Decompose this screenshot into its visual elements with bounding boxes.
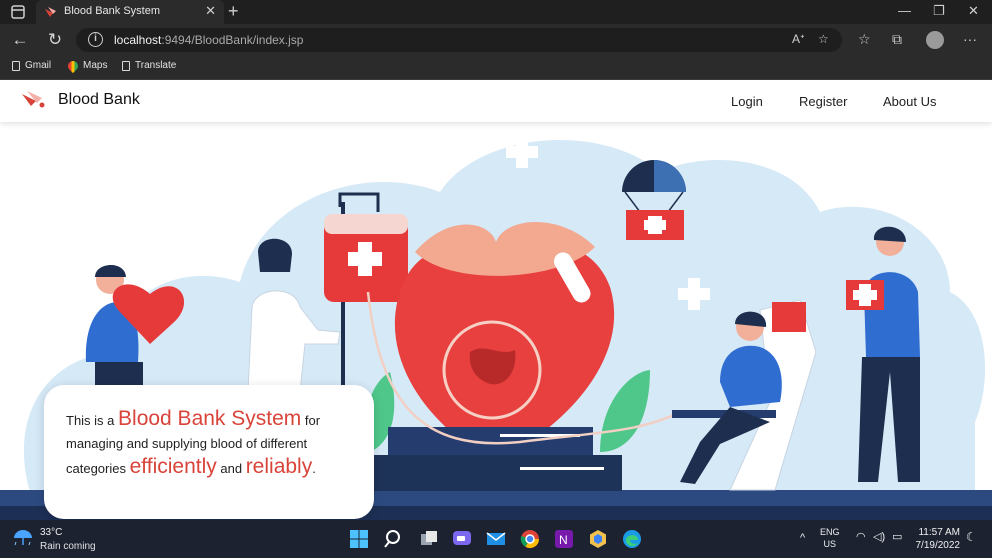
site-navbar: Blood Bank Login Register About Us xyxy=(0,80,992,122)
highlight-blood-bank-system: Blood Bank System xyxy=(118,407,302,430)
more-options-icon[interactable]: ··· xyxy=(963,31,977,47)
site-info-icon[interactable]: i xyxy=(88,32,103,47)
blood-bank-logo-icon[interactable] xyxy=(20,89,48,109)
highlight-reliably: reliably xyxy=(245,455,313,478)
bookmark-maps[interactable]: Maps xyxy=(65,58,107,73)
minimize-icon[interactable]: — xyxy=(898,3,911,18)
search-icon[interactable] xyxy=(383,528,405,550)
browser-tab[interactable]: Blood Bank System ✕ xyxy=(36,0,224,24)
windows-taskbar: 33°C Rain coming N ^ ENG US ◠ ◁) ▭ 11:57 … xyxy=(0,520,992,558)
page-icon xyxy=(122,60,130,71)
collections-icon[interactable]: ⧉ xyxy=(892,31,902,48)
add-favorite-icon[interactable]: ☆ xyxy=(818,32,829,46)
profile-avatar[interactable] xyxy=(926,31,944,49)
read-aloud-icon[interactable]: Aᐩ xyxy=(792,32,805,46)
rain-umbrella-icon[interactable] xyxy=(12,528,34,548)
tab-title: Blood Bank System xyxy=(64,5,160,17)
bookmark-translate[interactable]: Translate xyxy=(122,60,176,71)
blood-bank-favicon-icon xyxy=(45,7,56,17)
favorites-icon[interactable]: ☆ xyxy=(858,31,871,48)
browser-tab-strip: Blood Bank System ✕ + — ❐ ✕ xyxy=(0,0,992,24)
maps-pin-icon xyxy=(65,58,81,73)
edge-browser-icon[interactable] xyxy=(621,528,643,550)
window-menu-icon[interactable] xyxy=(10,4,26,20)
onenote-icon[interactable]: N xyxy=(553,528,575,550)
close-tab-icon[interactable]: ✕ xyxy=(205,3,216,19)
battery-icon[interactable]: ▭ xyxy=(892,531,902,543)
nav-register-link[interactable]: Register xyxy=(799,94,847,109)
svg-text:N: N xyxy=(559,533,568,547)
address-toolbar: ← ↻ i localhost:9494/BloodBank/index.jsp… xyxy=(0,24,992,56)
show-hidden-icons-chevron-icon[interactable]: ^ xyxy=(800,532,805,544)
wifi-icon[interactable]: ◠ xyxy=(856,531,866,543)
mail-icon[interactable] xyxy=(485,528,507,550)
weather-temperature[interactable]: 33°C xyxy=(40,527,62,538)
hero-description: This is a Blood Bank System for managing… xyxy=(66,407,321,478)
language-indicator[interactable]: ENG US xyxy=(820,526,840,550)
web-page: Blood Bank Login Register About Us This … xyxy=(0,80,992,520)
restore-icon[interactable]: ❐ xyxy=(933,3,945,19)
page-icon xyxy=(12,60,20,71)
weather-description[interactable]: Rain coming xyxy=(40,541,96,552)
highlight-efficiently: efficiently xyxy=(129,455,217,478)
close-window-icon[interactable]: ✕ xyxy=(968,3,979,19)
nav-login-link[interactable]: Login xyxy=(731,94,763,109)
hero-description-card: This is a Blood Bank System for managing… xyxy=(44,385,374,519)
bookmark-gmail[interactable]: Gmail xyxy=(12,60,51,71)
supply-crates xyxy=(372,427,622,491)
chrome-icon[interactable] xyxy=(519,528,541,550)
back-icon[interactable]: ← xyxy=(10,30,30,50)
windows-start-icon[interactable] xyxy=(348,528,370,550)
system-clock[interactable]: 11:57 AM 7/19/2022 xyxy=(904,526,961,552)
site-brand[interactable]: Blood Bank xyxy=(58,91,140,109)
address-bar[interactable]: i localhost:9494/BloodBank/index.jsp Aᐩ … xyxy=(76,28,842,52)
new-tab-icon[interactable]: + xyxy=(228,1,239,22)
nav-about-link[interactable]: About Us xyxy=(883,94,936,109)
task-view-icon[interactable] xyxy=(418,528,440,550)
bookmarks-bar: Gmail Maps Translate xyxy=(0,56,992,80)
url-text[interactable]: localhost:9494/BloodBank/index.jsp xyxy=(114,33,303,47)
refresh-icon[interactable]: ↻ xyxy=(45,30,65,50)
teams-chat-icon[interactable] xyxy=(451,528,473,550)
volume-icon[interactable]: ◁) xyxy=(873,531,885,543)
notifications-moon-icon[interactable]: ☾ xyxy=(966,531,977,543)
app-hexagon-icon[interactable] xyxy=(587,528,609,550)
